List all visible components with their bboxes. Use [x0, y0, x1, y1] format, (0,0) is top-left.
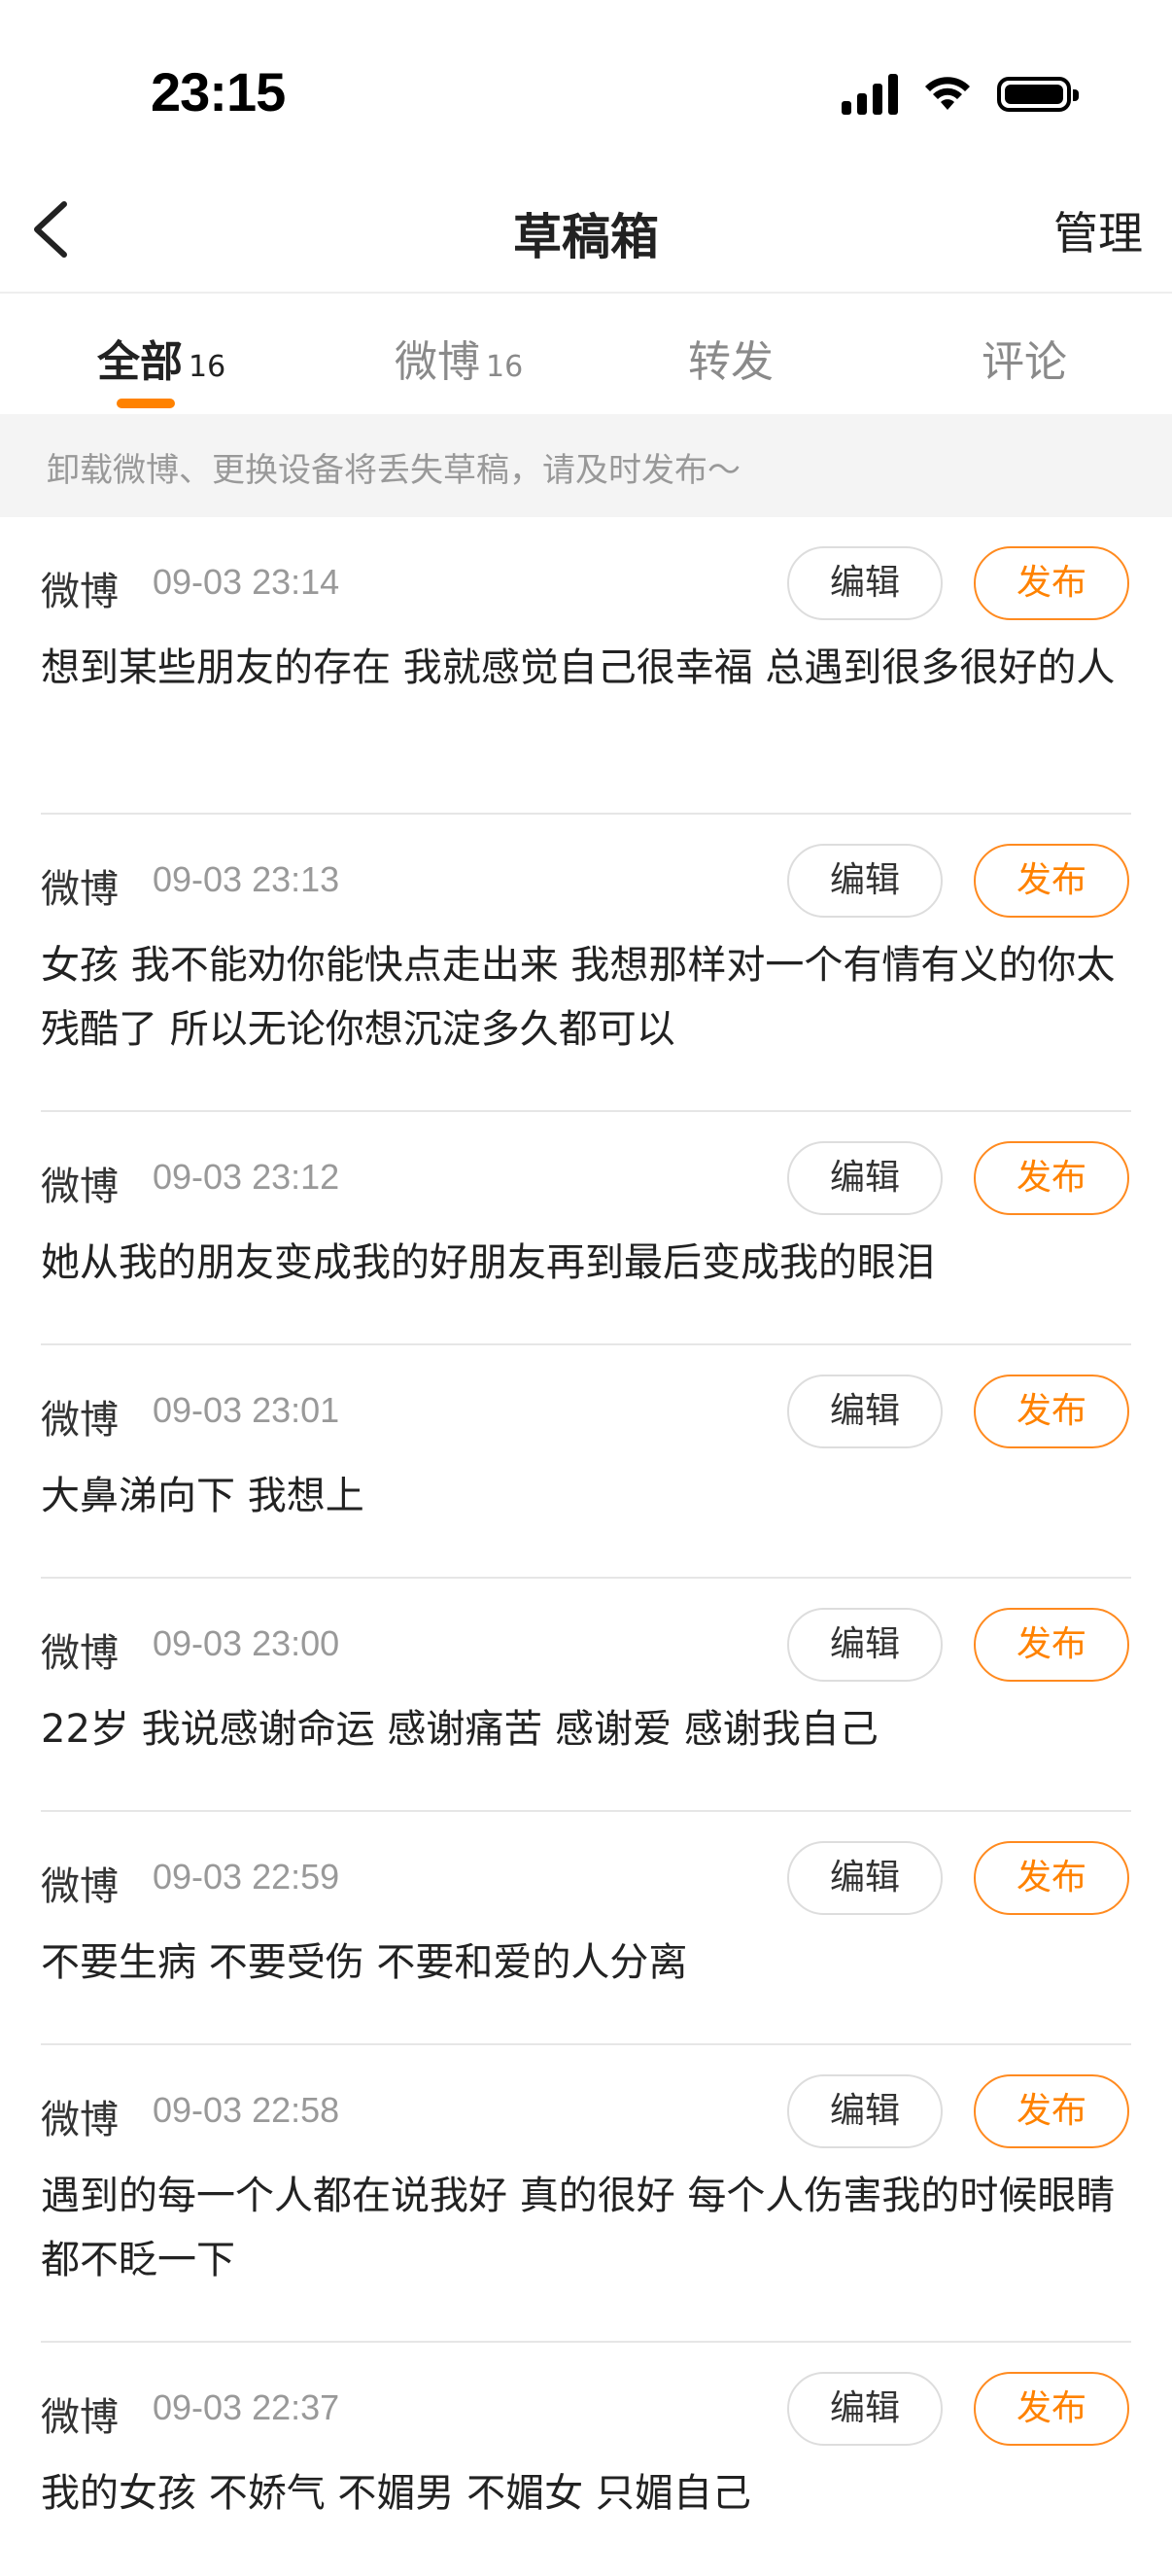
draft-type: 微博: [41, 867, 119, 912]
draft-item[interactable]: 微博 09-03 23:00 编辑 发布 22岁 我说感谢命运 感谢痛苦 感谢爱…: [0, 1579, 1172, 1812]
publish-button[interactable]: 发布: [974, 1375, 1129, 1448]
tab-label: 全部: [97, 337, 183, 387]
tab-label: 微博: [395, 337, 480, 387]
publish-button[interactable]: 发布: [974, 844, 1129, 918]
edit-button[interactable]: 编辑: [787, 2074, 943, 2148]
draft-content: 不要生病 不要受伤 不要和爱的人分离: [41, 1940, 688, 1985]
publish-button[interactable]: 发布: [974, 546, 1129, 620]
publish-button[interactable]: 发布: [974, 1608, 1129, 1682]
draft-content: 22岁 我说感谢命运 感谢痛苦 感谢爱 感谢我自己: [41, 1707, 879, 1752]
edit-button[interactable]: 编辑: [787, 2372, 943, 2446]
notice-text: 卸载微博、更换设备将丢失草稿，请及时发布～: [47, 451, 741, 490]
draft-item[interactable]: 微博 09-03 22:58 编辑 发布 遇到的每一个人都在说我好 真的很好 每…: [0, 2045, 1172, 2343]
draft-time: 09-03 23:13: [153, 859, 340, 899]
draft-type: 微博: [41, 570, 119, 614]
draft-time: 09-03 23:14: [153, 562, 340, 602]
draft-item[interactable]: 微博 09-03 23:01 编辑 发布 大鼻涕向下 我想上: [0, 1345, 1172, 1579]
edit-button[interactable]: 编辑: [787, 1608, 943, 1682]
draft-content: 大鼻涕向下 我想上: [41, 1474, 364, 1518]
status-icons: [842, 72, 1079, 117]
manage-button[interactable]: 管理: [1053, 198, 1143, 262]
draft-time: 09-03 22:37: [153, 2387, 340, 2427]
tab-repost[interactable]: 转发: [688, 327, 774, 387]
status-time: 23:15: [151, 61, 286, 122]
tab-all[interactable]: 全部 16: [97, 327, 226, 387]
signal-icon: [842, 74, 898, 115]
draft-time: 09-03 22:58: [153, 2090, 340, 2130]
battery-icon: [997, 77, 1079, 112]
tab-weibo[interactable]: 微博 16: [395, 327, 524, 387]
tab-label: 评论: [982, 337, 1067, 387]
publish-button[interactable]: 发布: [974, 2074, 1129, 2148]
publish-button[interactable]: 发布: [974, 2372, 1129, 2446]
draft-item[interactable]: 微博 09-03 23:13 编辑 发布 女孩 我不能劝你能快点走出来 我想那样…: [0, 815, 1172, 1112]
wifi-icon: [925, 77, 970, 110]
draft-content: 她从我的朋友变成我的好朋友再到最后变成我的眼泪: [41, 1240, 935, 1285]
draft-content: 我的女孩 不娇气 不媚男 不媚女 只媚自己: [41, 2471, 751, 2516]
edit-button[interactable]: 编辑: [787, 1841, 943, 1915]
page-title: 草稿箱: [513, 209, 659, 265]
draft-item[interactable]: 微博 09-03 22:37 编辑 发布 我的女孩 不娇气 不媚男 不媚女 只媚…: [0, 2343, 1172, 2576]
tab-count: 16: [189, 350, 226, 384]
draft-time: 09-03 22:59: [153, 1857, 340, 1897]
draft-type: 微博: [41, 2098, 119, 2142]
draft-item[interactable]: 微博 09-03 23:14 编辑 发布 想到某些朋友的存在 我就感觉自己很幸福…: [0, 517, 1172, 815]
draft-type: 微博: [41, 1165, 119, 1209]
draft-content: 想到某些朋友的存在 我就感觉自己很幸福 总遇到很多很好的人: [41, 645, 1116, 690]
edit-button[interactable]: 编辑: [787, 1141, 943, 1215]
publish-button[interactable]: 发布: [974, 1841, 1129, 1915]
edit-button[interactable]: 编辑: [787, 1375, 943, 1448]
draft-type: 微博: [41, 2395, 119, 2440]
status-bar: 23:15: [0, 0, 1172, 165]
draft-type: 微博: [41, 1631, 119, 1676]
draft-list: 微博 09-03 23:14 编辑 发布 想到某些朋友的存在 我就感觉自己很幸福…: [0, 517, 1172, 2576]
draft-type: 微博: [41, 1398, 119, 1443]
tab-active-indicator: [117, 399, 175, 408]
draft-content: 遇到的每一个人都在说我好 真的很好 每个人伤害我的时候眼睛都不眨一下: [41, 2174, 1116, 2282]
edit-button[interactable]: 编辑: [787, 546, 943, 620]
tab-count: 16: [486, 350, 524, 384]
tab-comment[interactable]: 评论: [982, 327, 1067, 387]
nav-bar: 草稿箱 管理: [0, 165, 1172, 294]
draft-type: 微博: [41, 1864, 119, 1909]
notice-banner: 卸载微博、更换设备将丢失草稿，请及时发布～: [0, 414, 1172, 517]
edit-button[interactable]: 编辑: [787, 844, 943, 918]
draft-time: 09-03 23:12: [153, 1157, 340, 1197]
publish-button[interactable]: 发布: [974, 1141, 1129, 1215]
draft-time: 09-03 23:01: [153, 1390, 340, 1430]
draft-item[interactable]: 微博 09-03 22:59 编辑 发布 不要生病 不要受伤 不要和爱的人分离: [0, 1812, 1172, 2045]
draft-content: 女孩 我不能劝你能快点走出来 我想那样对一个有情有义的你太残酷了 所以无论你想沉…: [41, 943, 1116, 1052]
tab-bar: 全部 16 微博 16 转发 评论: [0, 294, 1172, 414]
draft-time: 09-03 23:00: [153, 1623, 340, 1663]
draft-item[interactable]: 微博 09-03 23:12 编辑 发布 她从我的朋友变成我的好朋友再到最后变成…: [0, 1112, 1172, 1345]
tab-label: 转发: [688, 337, 774, 387]
